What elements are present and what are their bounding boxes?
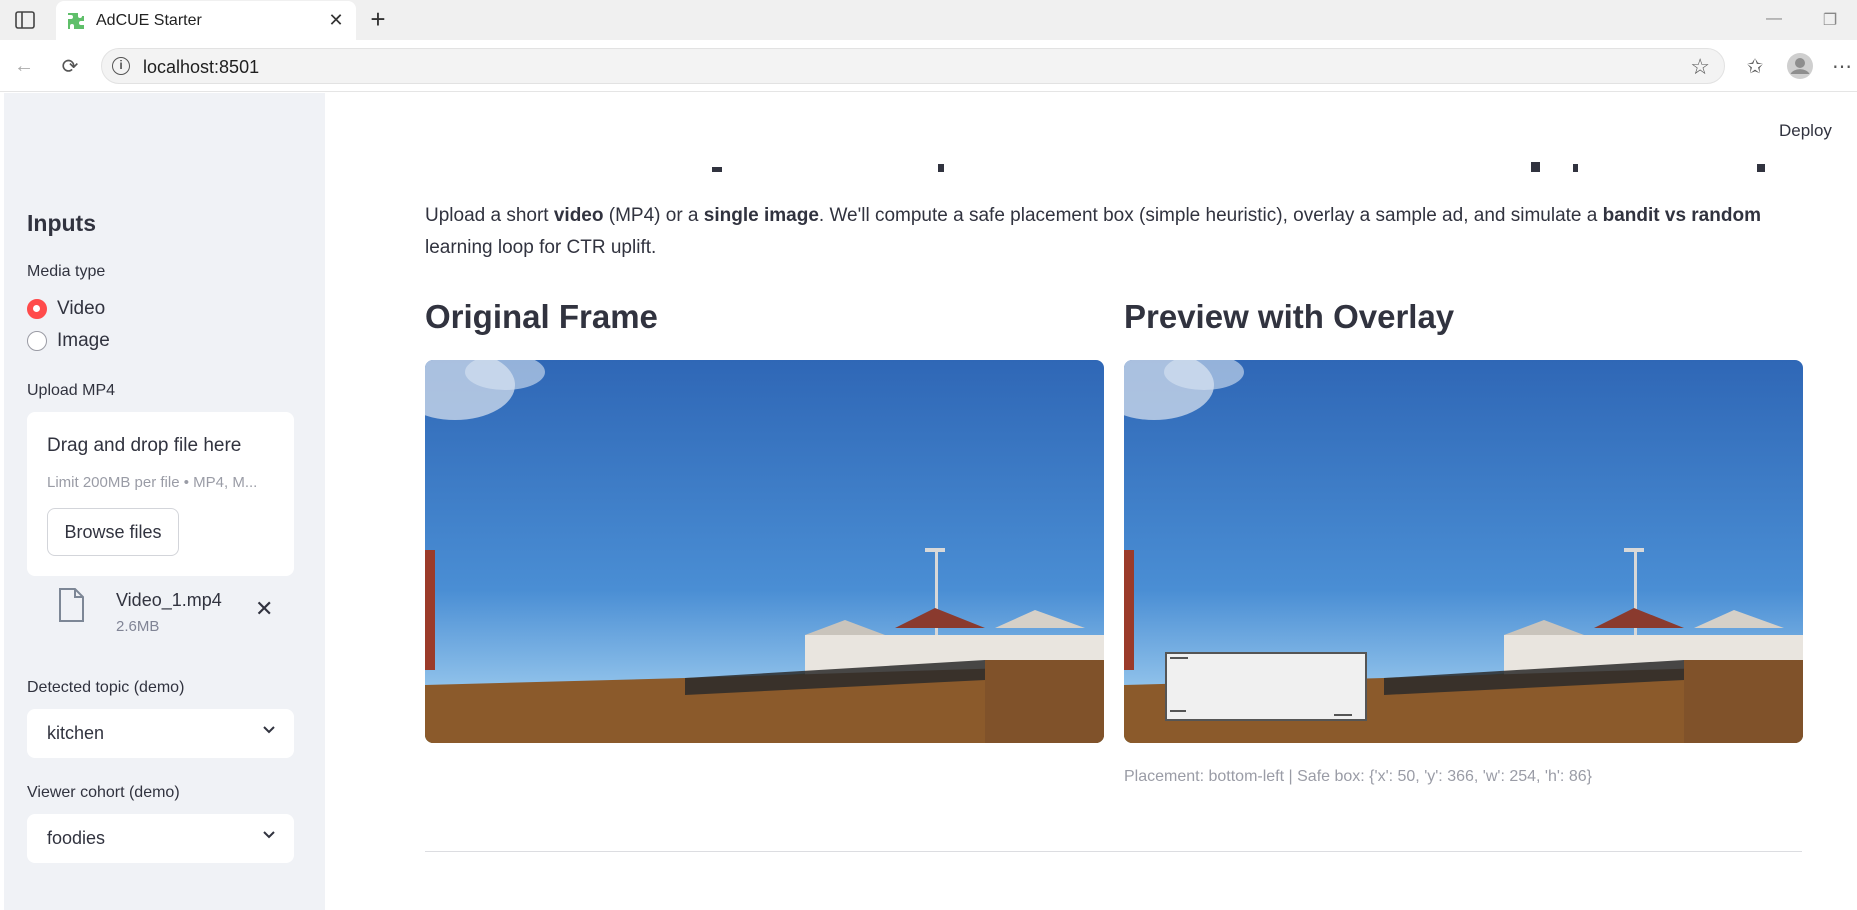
intro-paragraph: Upload a short video (MP4) or a single i…: [425, 205, 1761, 258]
radio-selected-icon[interactable]: [27, 299, 47, 319]
preview-overlay-image: [1124, 360, 1803, 743]
preview-heading: Preview with Overlay: [1124, 298, 1455, 335]
tab-title: AdCUE Starter: [96, 11, 202, 29]
original-frame-image: [425, 360, 1104, 743]
profile-avatar-icon[interactable]: [1786, 52, 1814, 80]
reload-icon[interactable]: ⟳: [56, 52, 84, 80]
chevron-down-icon: [262, 827, 276, 845]
back-icon[interactable]: ←: [10, 52, 38, 80]
new-tab-icon[interactable]: +: [364, 6, 392, 34]
sidebar-heading: Inputs: [27, 210, 96, 236]
browse-files-button[interactable]: Browse files: [47, 508, 179, 556]
radio-label: Image: [57, 330, 110, 351]
topic-label: Detected topic (demo): [27, 679, 185, 696]
chevron-down-icon: [262, 722, 276, 740]
site-info-icon[interactable]: i: [112, 57, 130, 75]
section-divider: [425, 851, 1802, 852]
cohort-label: Viewer cohort (demo): [27, 784, 180, 801]
uploaded-file: Video_1.mp4 2.6MB ✕: [27, 580, 294, 640]
clipped-title-remnant: [420, 140, 1800, 172]
original-frame-heading: Original Frame: [425, 298, 658, 335]
topic-select[interactable]: kitchen: [27, 709, 294, 758]
placement-caption: Placement: bottom-left | Safe box: {'x':…: [1124, 768, 1592, 785]
file-icon: [59, 588, 84, 622]
dropzone-limit: Limit 200MB per file • MP4, M...: [47, 474, 258, 491]
radio-image[interactable]: Image: [27, 330, 110, 352]
radio-label: Video: [57, 298, 106, 319]
browser-tab[interactable]: AdCUE Starter ✕: [56, 1, 356, 40]
favorites-icon[interactable]: ✩: [1741, 52, 1769, 80]
puzzle-favicon-icon: [66, 11, 86, 31]
cohort-select[interactable]: foodies: [27, 814, 294, 863]
radio-unselected-icon[interactable]: [27, 331, 47, 351]
url-text: localhost:8501: [143, 57, 260, 77]
minimize-icon[interactable]: —: [1762, 10, 1786, 30]
deploy-button[interactable]: Deploy: [1779, 121, 1832, 141]
address-bar-row: ← ⟳ i localhost:8501 ☆ ✩ ⋯: [0, 40, 1857, 92]
more-options-icon[interactable]: ⋯: [1828, 52, 1856, 80]
upload-label: Upload MP4: [27, 382, 116, 399]
file-size: 2.6MB: [116, 618, 160, 635]
file-dropzone[interactable]: Drag and drop file here Limit 200MB per …: [27, 412, 294, 576]
bookmark-star-icon[interactable]: ☆: [1690, 54, 1710, 80]
file-name: Video_1.mp4: [116, 590, 222, 610]
tab-bar: AdCUE Starter ✕ + — ❐: [0, 0, 1857, 40]
topic-value: kitchen: [47, 723, 105, 743]
radio-video[interactable]: Video: [27, 298, 105, 320]
media-type-label: Media type: [27, 263, 106, 280]
dropzone-title: Drag and drop file here: [47, 435, 242, 456]
cohort-value: foodies: [47, 828, 106, 848]
url-field[interactable]: i localhost:8501 ☆: [101, 48, 1725, 84]
tab-close-icon[interactable]: ✕: [326, 10, 346, 31]
sidebar-toggle-icon[interactable]: [12, 8, 38, 32]
restore-icon[interactable]: ❐: [1818, 10, 1842, 30]
remove-file-icon[interactable]: ✕: [255, 596, 273, 622]
